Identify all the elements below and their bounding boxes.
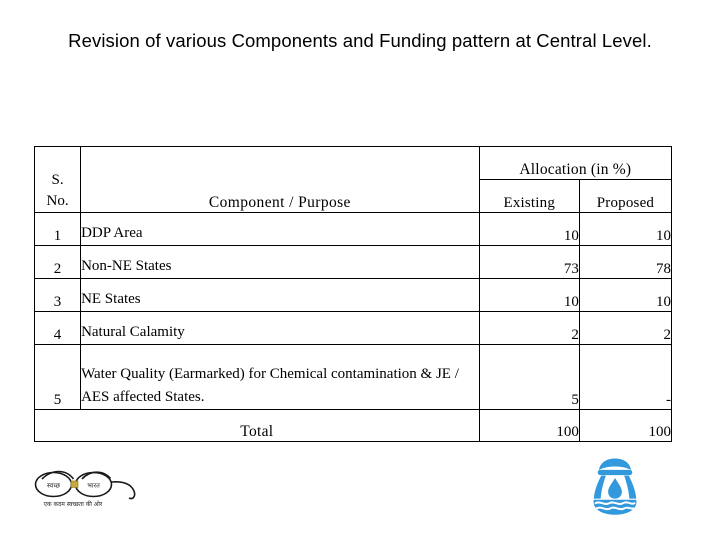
table-row-total: Total 100 100 — [34, 409, 673, 442]
table-row: 5 Water Quality (Earmarked) for Chemical… — [33, 344, 673, 410]
cell-component: Water Quality (Earmarked) for Chemical c… — [80, 344, 480, 410]
cell-existing: 73 — [478, 245, 580, 279]
table-header: S. No. Component / Purpose Allocation (i… — [33, 146, 673, 213]
column-header-existing: Existing — [478, 179, 580, 213]
column-header-sno: S. No. — [33, 146, 82, 213]
cell-existing: 5 — [478, 344, 580, 410]
cell-proposed: - — [578, 344, 673, 410]
allocation-table-container: S. No. Component / Purpose Allocation (i… — [33, 146, 673, 442]
lens-right-text: भारत — [87, 482, 100, 490]
cell-component: Non-NE States — [80, 245, 480, 279]
cell-sno: 1 — [33, 212, 82, 246]
cell-sno: 5 — [33, 344, 82, 410]
swachh-tagline: एक कदम स्वच्छता की ओर — [44, 500, 103, 508]
glasses-icon: स्वच्छ भारत एक कदम स्वच्छता की ओर — [34, 470, 136, 508]
table-row: 2 Non-NE States 73 78 — [33, 245, 673, 279]
sno-header-line2: No. — [46, 193, 69, 209]
lens-left-text: स्वच्छ — [47, 482, 61, 490]
table-row: 3 NE States 10 10 — [33, 278, 673, 312]
cell-sno: 2 — [33, 245, 82, 279]
sno-header-line1: S. — [51, 172, 64, 188]
allocation-table: S. No. Component / Purpose Allocation (i… — [33, 146, 673, 442]
cell-component: Natural Calamity — [80, 311, 480, 345]
table-row: 1 DDP Area 10 10 — [33, 212, 673, 246]
cell-existing: 10 — [478, 212, 580, 246]
cell-sno: 3 — [33, 278, 82, 312]
table-row: 4 Natural Calamity 2 2 — [33, 311, 673, 345]
header-row-primary: S. No. Component / Purpose Allocation (i… — [33, 146, 673, 213]
cell-total-label: Total — [34, 409, 480, 442]
water-pot-icon — [593, 458, 637, 515]
water-pot-logo — [586, 455, 644, 517]
cell-proposed: 10 — [578, 278, 673, 312]
cell-proposed: 10 — [578, 212, 673, 246]
cell-proposed: 78 — [578, 245, 673, 279]
cell-component: DDP Area — [80, 212, 480, 246]
swachh-bharat-logo: स्वच्छ भारत एक कदम स्वच्छता की ओर — [27, 462, 142, 510]
cell-total-existing: 100 — [478, 409, 580, 442]
column-header-proposed: Proposed — [578, 179, 673, 213]
cell-proposed: 2 — [578, 311, 673, 345]
page-title: Revision of various Components and Fundi… — [68, 30, 652, 51]
column-header-allocation: Allocation (in %) — [478, 146, 673, 180]
cell-component: NE States — [80, 278, 480, 312]
cell-sno: 4 — [33, 311, 82, 345]
cell-existing: 10 — [478, 278, 580, 312]
table-body: 1 DDP Area 10 10 2 Non-NE States 73 78 3… — [33, 212, 673, 442]
cell-existing: 2 — [478, 311, 580, 345]
cell-total-proposed: 100 — [578, 409, 673, 442]
column-header-component: Component / Purpose — [80, 146, 480, 213]
